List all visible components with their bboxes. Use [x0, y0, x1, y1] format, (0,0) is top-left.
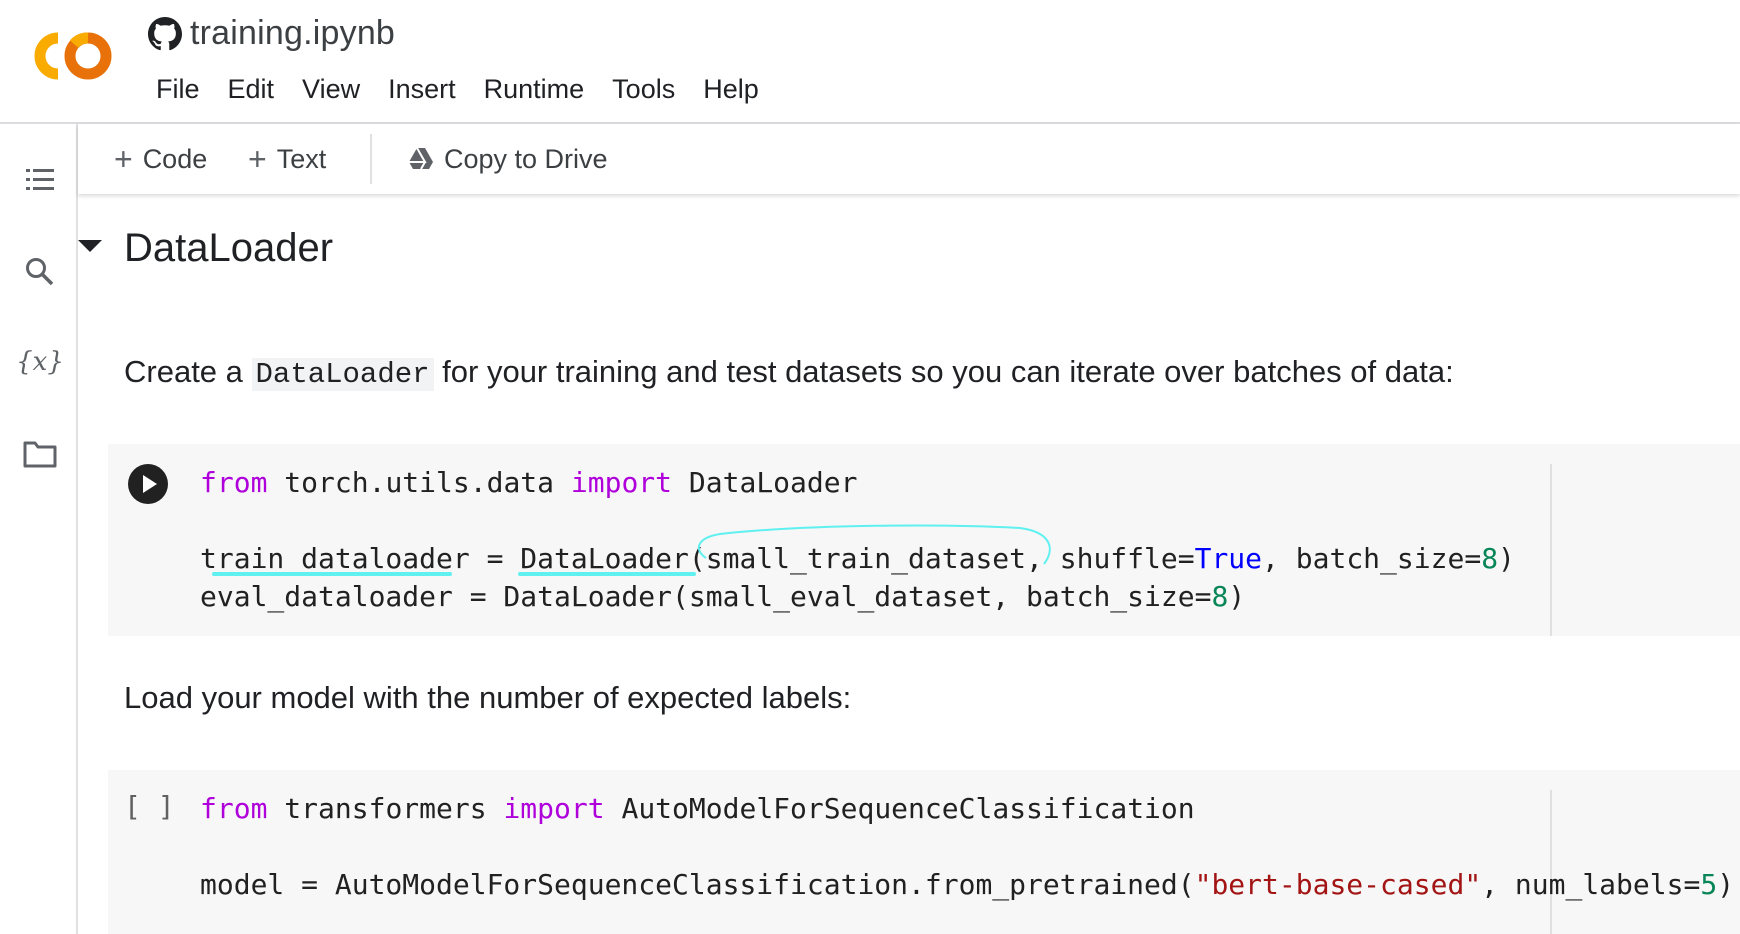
para-text: for your training and test datasets so y… [433, 354, 1454, 389]
variables-icon[interactable]: {x} [16, 342, 64, 382]
menu-bar: File Edit View Insert Runtime Tools Help [142, 72, 773, 107]
add-code-label: Code [142, 143, 208, 174]
search-icon[interactable] [20, 252, 60, 292]
plus-icon: + [248, 141, 267, 177]
menu-tools[interactable]: Tools [598, 72, 689, 107]
add-code-button[interactable]: + Code [114, 140, 207, 178]
text-cell-load-model[interactable]: Load your model with the number of expec… [124, 680, 851, 716]
menu-help[interactable]: Help [689, 72, 773, 107]
toolbar-divider [370, 134, 372, 184]
inline-code: DataLoader [251, 358, 434, 391]
code-line: eval_dataloader = DataLoader(small_eval_… [200, 580, 1246, 613]
menu-view[interactable]: View [288, 72, 374, 107]
notebook-toolbar: + Code + Text Copy to Drive [78, 124, 1740, 194]
notebook-title[interactable]: training.ipynb [190, 14, 395, 53]
highlight-underline [212, 572, 452, 576]
code-line: model = AutoModelForSequenceClassificati… [200, 868, 1735, 901]
highlight-underline [518, 572, 696, 576]
menu-runtime[interactable]: Runtime [470, 72, 599, 107]
cell-divider [1550, 464, 1552, 636]
copy-to-drive-button[interactable]: Copy to Drive [408, 140, 608, 178]
collapse-section-icon[interactable] [78, 240, 102, 252]
run-cell-button[interactable] [128, 464, 168, 504]
colab-logo[interactable] [28, 30, 114, 82]
code-line: from transformers import AutoModelForSeq… [200, 792, 1195, 825]
highlight-circle [697, 524, 1051, 565]
top-header: training.ipynb File Edit View Insert Run… [0, 0, 1740, 124]
code-line: from torch.utils.data import DataLoader [200, 466, 858, 499]
menu-edit[interactable]: Edit [214, 72, 289, 107]
section-title: DataLoader [124, 226, 334, 270]
cell-divider [1550, 790, 1552, 934]
github-icon[interactable] [148, 16, 182, 51]
folder-icon[interactable] [20, 434, 60, 474]
table-of-contents-icon[interactable] [20, 160, 60, 200]
copy-to-drive-label: Copy to Drive [444, 143, 608, 174]
para-text: Create a [124, 354, 252, 389]
menu-file[interactable]: File [142, 72, 214, 107]
left-sidebar: {x} [0, 124, 78, 934]
text-cell-dataloader[interactable]: Create a DataLoader for your training an… [124, 354, 1454, 391]
menu-insert[interactable]: Insert [374, 72, 470, 107]
plus-icon: + [114, 141, 133, 177]
title-row: training.ipynb [148, 14, 395, 53]
add-text-label: Text [276, 143, 327, 174]
add-text-button[interactable]: + Text [248, 140, 326, 178]
drive-icon [409, 147, 433, 170]
execution-count[interactable]: [ ] [124, 790, 175, 823]
